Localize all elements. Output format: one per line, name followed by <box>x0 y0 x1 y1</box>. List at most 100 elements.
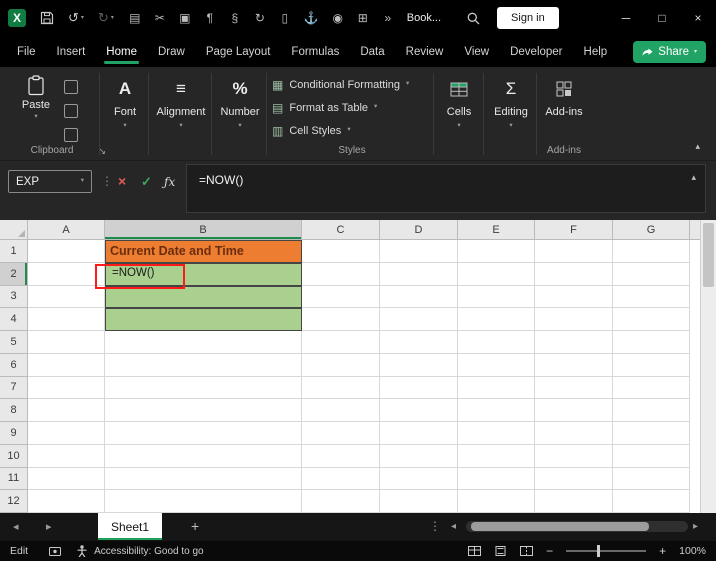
cancel-entry-icon[interactable]: × <box>118 173 126 189</box>
cell-B10[interactable] <box>105 444 302 468</box>
paste-dropdown-icon[interactable]: ▾ <box>34 113 37 121</box>
conditional-formatting-dropdown-icon[interactable]: ▾ <box>406 81 409 88</box>
camera-icon[interactable]: ◉ <box>332 11 344 25</box>
cell-A11[interactable] <box>28 467 105 491</box>
cell-G6[interactable] <box>613 353 690 377</box>
cells-dropdown-icon[interactable]: ▾ <box>457 122 460 130</box>
format-painter-icon[interactable] <box>64 128 78 142</box>
tab-help[interactable]: Help <box>583 38 609 66</box>
cell-E6[interactable] <box>458 353 535 377</box>
sign-in-button[interactable]: Sign in <box>497 7 559 29</box>
cells-group-button[interactable]: Cells ▾ <box>436 69 482 160</box>
cell-A3[interactable] <box>28 285 105 309</box>
cell-A10[interactable] <box>28 444 105 468</box>
cell-C3[interactable] <box>302 285 380 309</box>
cell-C12[interactable] <box>302 490 380 513</box>
cell-E3[interactable] <box>458 285 535 309</box>
add-sheet-button[interactable]: + <box>191 518 199 534</box>
cell-B2[interactable]: =NOW() <box>105 262 302 286</box>
cell-C4[interactable] <box>302 308 380 331</box>
page-break-preview-icon[interactable] <box>520 546 534 556</box>
tab-formulas[interactable]: Formulas <box>290 38 340 66</box>
paste-values-icon[interactable] <box>64 80 78 94</box>
format-as-table-dropdown-icon[interactable]: ▾ <box>374 104 377 111</box>
accessibility-checker-icon[interactable] <box>77 545 87 557</box>
minimize-button[interactable]: ─ <box>608 0 644 36</box>
cell-A2[interactable] <box>28 262 105 286</box>
cell-B9[interactable] <box>105 422 302 445</box>
zoom-out-button[interactable]: − <box>546 544 553 558</box>
zoom-in-button[interactable]: + <box>659 544 666 558</box>
close-button[interactable]: × <box>680 0 716 36</box>
cell-F1[interactable] <box>535 240 613 263</box>
cell-E4[interactable] <box>458 308 535 331</box>
picture-icon[interactable]: ▣ <box>179 11 191 25</box>
prev-sheet-icon[interactable]: ◂ <box>13 520 19 533</box>
number-group-button[interactable]: % Number ▾ <box>214 69 266 160</box>
paragraph-marks-icon[interactable]: ¶ <box>204 11 216 25</box>
vertical-scrollbar[interactable] <box>700 220 716 513</box>
share-button[interactable]: Share ▾ <box>633 41 706 63</box>
cell-D7[interactable] <box>380 376 458 400</box>
cell-D12[interactable] <box>380 490 458 513</box>
cell-B8[interactable] <box>105 399 302 422</box>
cell-E11[interactable] <box>458 467 535 491</box>
number-dropdown-icon[interactable]: ▾ <box>238 122 241 130</box>
row-header-12[interactable]: 12 <box>0 490 28 513</box>
cell-F8[interactable] <box>535 399 613 422</box>
horizontal-scrollbar-thumb[interactable] <box>471 522 649 531</box>
cell-F3[interactable] <box>535 285 613 309</box>
cell-G3[interactable] <box>613 285 690 309</box>
collapse-formula-bar-icon[interactable]: ▴ <box>691 172 696 183</box>
name-box[interactable]: EXP ▾ <box>8 170 92 193</box>
hscroll-left-icon[interactable]: ◂ <box>451 521 456 532</box>
cell-G2[interactable] <box>613 262 690 286</box>
toolbar-overflow-icon[interactable]: » <box>382 11 394 25</box>
save-icon[interactable] <box>40 11 54 25</box>
cell-F11[interactable] <box>535 467 613 491</box>
font-dropdown-icon[interactable]: ▾ <box>123 122 126 130</box>
zoom-level[interactable]: 100% <box>679 545 706 557</box>
tab-developer[interactable]: Developer <box>509 38 563 66</box>
column-header-E[interactable]: E <box>458 220 535 240</box>
cell-D9[interactable] <box>380 422 458 445</box>
tab-insert[interactable]: Insert <box>56 38 87 66</box>
insert-function-icon[interactable]: ƒx <box>164 175 175 189</box>
horizontal-scrollbar[interactable] <box>466 521 688 532</box>
column-header-G[interactable]: G <box>613 220 690 240</box>
cell-E8[interactable] <box>458 399 535 422</box>
cell-B1[interactable]: Current Date and Time <box>105 240 302 263</box>
scrollbar-menu-icon[interactable]: ⋮ <box>429 519 441 533</box>
row-header-10[interactable]: 10 <box>0 444 28 468</box>
refresh-icon[interactable]: ↻ <box>254 11 266 25</box>
cell-F7[interactable] <box>535 376 613 400</box>
confirm-entry-icon[interactable]: ✓ <box>141 174 152 190</box>
redo-dropdown-icon[interactable]: ▾ <box>111 15 114 21</box>
accessibility-status-text[interactable]: Accessibility: Good to go <box>94 546 204 557</box>
paste-button[interactable]: Paste ▾ <box>14 69 58 121</box>
name-box-dropdown-icon[interactable]: ▾ <box>81 178 84 185</box>
cell-F6[interactable] <box>535 353 613 377</box>
cell-G7[interactable] <box>613 376 690 400</box>
tab-file[interactable]: File <box>16 38 37 66</box>
cell-D1[interactable] <box>380 240 458 263</box>
cell-D8[interactable] <box>380 399 458 422</box>
cell-C2[interactable] <box>302 262 380 286</box>
cell-B11[interactable] <box>105 467 302 491</box>
editing-group-button[interactable]: Σ Editing ▾ <box>486 69 536 160</box>
cell-F2[interactable] <box>535 262 613 286</box>
row-header-9[interactable]: 9 <box>0 422 28 445</box>
collapse-ribbon-icon[interactable]: ▴ <box>695 141 700 152</box>
cell-E10[interactable] <box>458 444 535 468</box>
tab-home[interactable]: Home <box>104 38 139 66</box>
cell-E2[interactable] <box>458 262 535 286</box>
addins-group-button[interactable]: Add-ins Add-ins <box>538 69 590 160</box>
row-header-3[interactable]: 3 <box>0 285 28 309</box>
row-header-2[interactable]: 2 <box>0 262 28 286</box>
cell-E12[interactable] <box>458 490 535 513</box>
cell-G12[interactable] <box>613 490 690 513</box>
row-header-7[interactable]: 7 <box>0 376 28 400</box>
redo-button[interactable]: ↻ ▾ <box>98 10 114 26</box>
tab-data[interactable]: Data <box>359 38 385 66</box>
row-header-8[interactable]: 8 <box>0 399 28 422</box>
